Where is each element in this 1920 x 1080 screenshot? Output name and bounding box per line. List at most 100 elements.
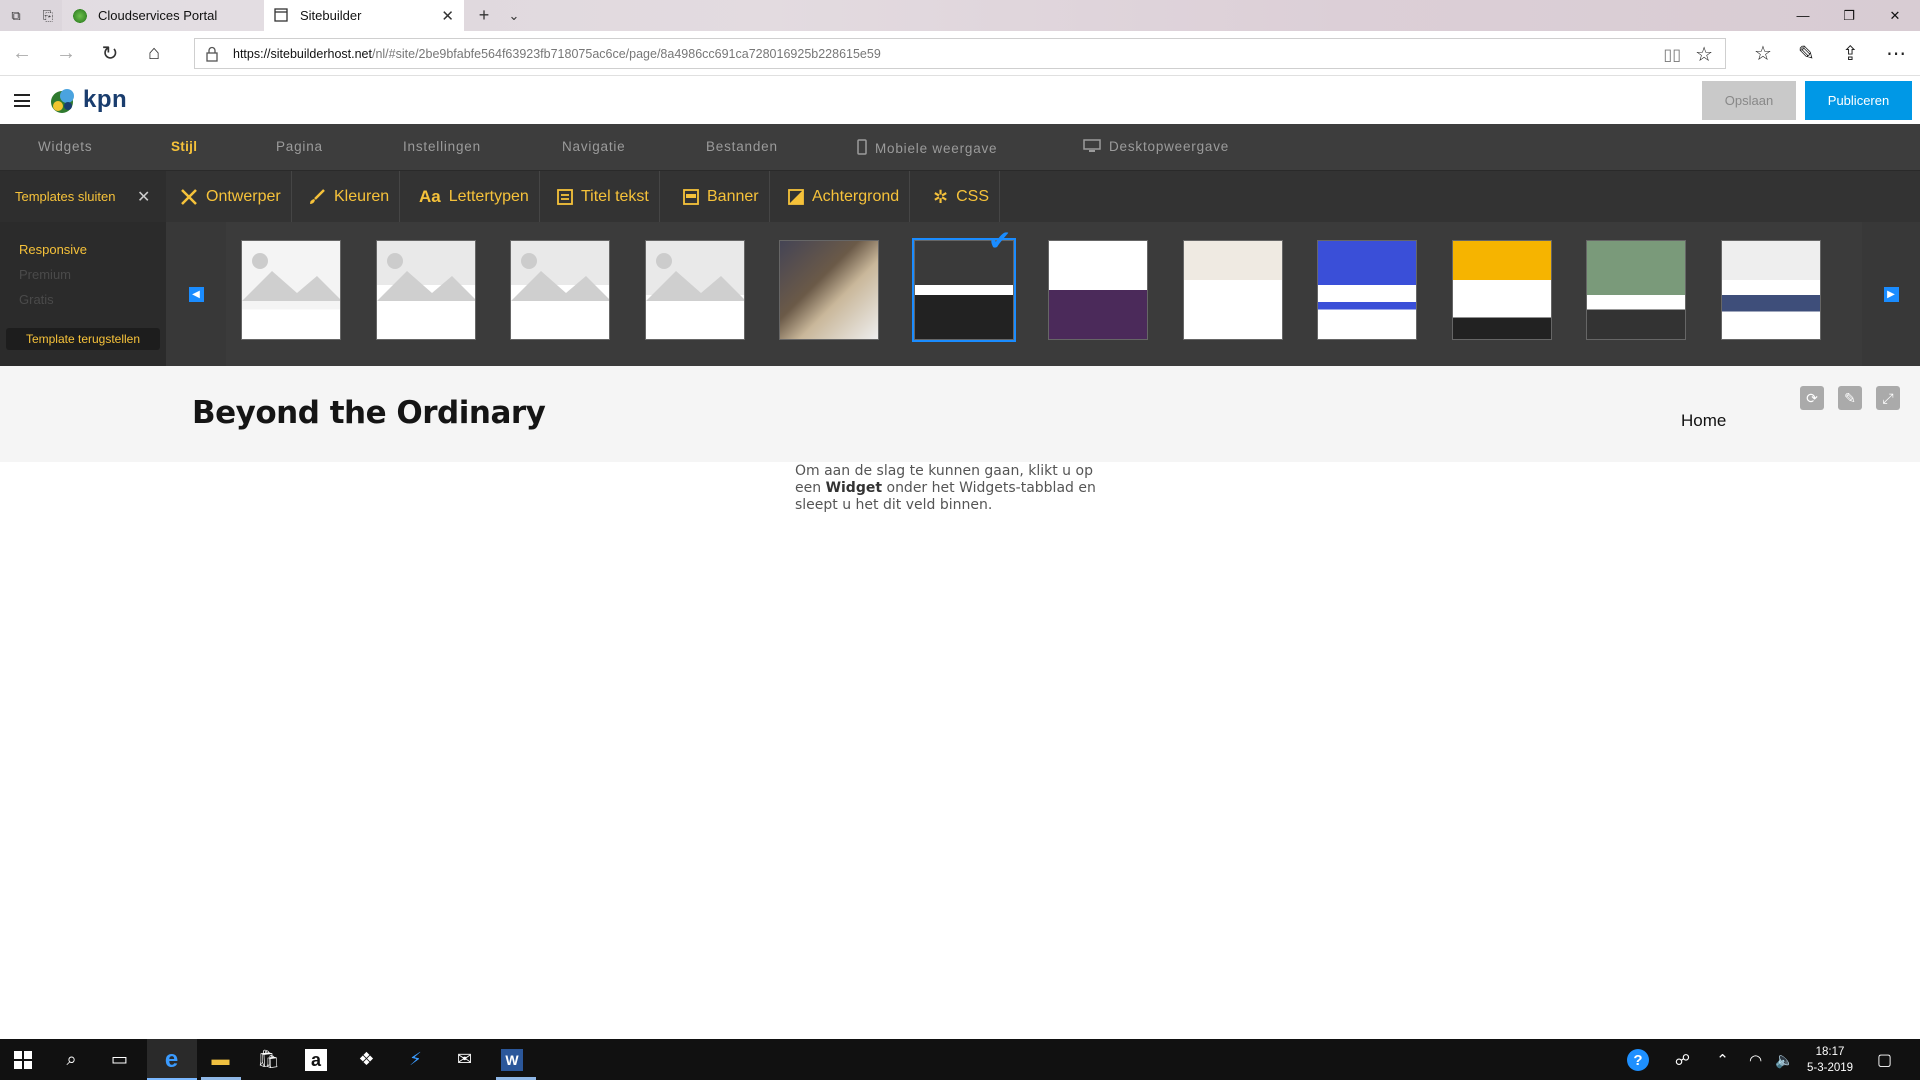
clock-time: 18:17 xyxy=(1815,1046,1845,1058)
favorite-star-icon[interactable]: ☆ xyxy=(1695,42,1713,67)
tab-title: Cloudservices Portal xyxy=(98,8,218,23)
placeholder-image-icon xyxy=(377,253,475,301)
template-thumbnail[interactable] xyxy=(645,240,745,340)
template-thumbnail[interactable] xyxy=(241,240,341,340)
expand-icon[interactable]: ⤢ xyxy=(1876,386,1900,410)
amazon-icon[interactable]: a xyxy=(305,1049,327,1071)
close-window-icon[interactable]: ✕ xyxy=(1872,0,1918,31)
forward-icon[interactable]: → xyxy=(50,37,82,69)
category-responsive[interactable]: Responsive xyxy=(19,242,87,257)
people-icon[interactable]: ☍ xyxy=(1670,1047,1695,1072)
template-thumbnail[interactable] xyxy=(1317,240,1417,340)
tool-kleuren[interactable]: Kleuren xyxy=(298,171,401,223)
site-title[interactable]: Beyond the Ordinary xyxy=(192,395,546,431)
arrow-left-icon[interactable]: ◀ xyxy=(188,286,204,302)
tab-list-chevron-icon[interactable]: ⌄ xyxy=(500,0,528,31)
tool-titel-tekst[interactable]: Titel tekst xyxy=(547,171,660,223)
close-tab-icon[interactable]: ✕ xyxy=(441,7,454,25)
template-thumbnail[interactable] xyxy=(376,240,476,340)
templates-prev[interactable]: ◀ xyxy=(166,222,226,366)
tab-navigatie[interactable]: Navigatie xyxy=(562,139,625,154)
taskbar-clock[interactable]: 18:17 5-3-2019 xyxy=(1807,1044,1853,1076)
paintbrush-icon xyxy=(308,188,326,206)
file-explorer-icon[interactable]: ▬ xyxy=(208,1047,233,1072)
search-icon[interactable]: ⌕ xyxy=(59,1047,84,1072)
save-button[interactable]: Opslaan xyxy=(1702,81,1796,120)
desktop-monitor-icon xyxy=(1083,139,1101,152)
site-header[interactable]: Beyond the Ordinary Home ⟳ ✎ ⤢ xyxy=(0,366,1920,462)
tool-banner[interactable]: Banner xyxy=(673,171,770,223)
template-reset-button[interactable]: Template terugstellen xyxy=(6,328,160,350)
action-center-icon[interactable]: ▢ xyxy=(1872,1047,1897,1072)
category-gratis[interactable]: Gratis xyxy=(19,292,54,307)
tab-instellingen[interactable]: Instellingen xyxy=(403,139,481,154)
arrow-right-icon[interactable]: ▶ xyxy=(1883,286,1899,302)
tool-achtergrond[interactable]: Achtergrond xyxy=(778,171,911,223)
windows-start-icon[interactable] xyxy=(10,1047,35,1072)
favorites-hub-icon[interactable]: ☆ xyxy=(1754,41,1772,66)
refresh-icon[interactable]: ↻ xyxy=(94,37,126,69)
tab-stijl[interactable]: Stijl xyxy=(171,139,197,154)
templates-close-panel[interactable]: Templates sluiten ✕ xyxy=(0,171,166,223)
edge-browser-icon[interactable]: e xyxy=(159,1046,184,1073)
tab-desktop-view[interactable]: Desktopweergave xyxy=(1083,139,1229,154)
publish-button[interactable]: Publiceren xyxy=(1805,81,1912,120)
restore-icon[interactable]: ❐ xyxy=(1826,0,1872,31)
tab-bestanden[interactable]: Bestanden xyxy=(706,139,778,154)
browser-tab-bar: ⧉ ⎘ Cloudservices Portal Sitebuilder ✕ +… xyxy=(0,0,1920,31)
reading-view-icon[interactable]: ▯▯ xyxy=(1663,45,1681,65)
set-aside-tabs-icon[interactable]: ⎘ xyxy=(34,0,62,31)
mail-icon[interactable]: ✉ xyxy=(452,1047,477,1072)
template-thumbnail[interactable] xyxy=(1452,240,1552,340)
new-tab-icon[interactable]: + xyxy=(470,0,498,31)
tab-mobile-view[interactable]: Mobiele weergave xyxy=(857,139,997,156)
cloudservices-favicon-icon xyxy=(72,7,88,24)
template-thumbnail[interactable] xyxy=(1586,240,1686,340)
volume-icon[interactable]: 🔈 xyxy=(1772,1047,1797,1072)
page-favicon-icon xyxy=(274,7,290,24)
back-icon[interactable]: ← xyxy=(6,37,38,69)
home-icon[interactable]: ⌂ xyxy=(138,37,170,69)
web-notes-icon[interactable]: ✎ xyxy=(1798,41,1815,66)
template-thumbnail[interactable] xyxy=(510,240,610,340)
dropbox-icon[interactable]: ❖ xyxy=(354,1047,379,1072)
power-automate-icon[interactable]: ⚡ xyxy=(403,1047,428,1072)
show-hidden-icons-chevron-icon[interactable]: ⌃ xyxy=(1710,1047,1735,1072)
share-icon[interactable]: ⇪ xyxy=(1842,41,1859,66)
minimize-icon[interactable]: — xyxy=(1780,0,1826,31)
templates-close-label: Templates sluiten xyxy=(15,189,116,204)
site-nav-home[interactable]: Home xyxy=(1681,411,1726,431)
templates-next[interactable]: ▶ xyxy=(1862,222,1920,366)
tab-cloudservices[interactable]: Cloudservices Portal xyxy=(62,0,264,31)
tab-widgets[interactable]: Widgets xyxy=(38,139,92,154)
placeholder-image-icon xyxy=(511,253,609,301)
tab-switcher-icon[interactable]: ⧉ xyxy=(2,0,30,31)
category-premium[interactable]: Premium xyxy=(19,267,71,282)
tool-css[interactable]: ✲ CSS xyxy=(923,171,1000,223)
store-icon[interactable]: 🛍 xyxy=(256,1047,281,1072)
refresh-layout-icon[interactable]: ⟳ xyxy=(1800,386,1824,410)
more-options-icon[interactable]: ⋯ xyxy=(1886,41,1906,66)
url-field[interactable]: https://sitebuilderhost.net/nl/#site/2be… xyxy=(194,38,1726,69)
template-thumbnail[interactable] xyxy=(1048,240,1148,340)
templates-panel: Responsive Premium Gratis Template terug… xyxy=(0,222,1920,366)
title-text-icon xyxy=(557,189,573,205)
selected-checkmark-icon: ✔ xyxy=(988,225,1012,256)
tab-sitebuilder[interactable]: Sitebuilder ✕ xyxy=(264,0,464,31)
designer-tools-icon xyxy=(180,188,198,206)
edit-header-icon[interactable]: ✎ xyxy=(1838,386,1862,410)
placeholder-image-icon xyxy=(646,253,744,301)
template-thumbnail[interactable] xyxy=(1183,240,1283,340)
banner-icon xyxy=(683,189,699,205)
tab-pagina[interactable]: Pagina xyxy=(276,139,323,154)
template-thumbnail[interactable] xyxy=(1721,240,1821,340)
tool-ontwerper[interactable]: Ontwerper xyxy=(170,171,292,223)
template-thumbnail[interactable] xyxy=(779,240,879,340)
hamburger-menu-icon[interactable] xyxy=(14,94,30,107)
help-icon[interactable]: ? xyxy=(1627,1049,1649,1071)
word-icon[interactable]: W xyxy=(501,1049,523,1071)
task-view-icon[interactable]: ▭ xyxy=(107,1047,132,1072)
close-templates-icon[interactable]: ✕ xyxy=(137,187,150,207)
tool-lettertypen[interactable]: Aa Lettertypen xyxy=(409,171,540,223)
wifi-icon[interactable]: ◠ xyxy=(1743,1047,1768,1072)
